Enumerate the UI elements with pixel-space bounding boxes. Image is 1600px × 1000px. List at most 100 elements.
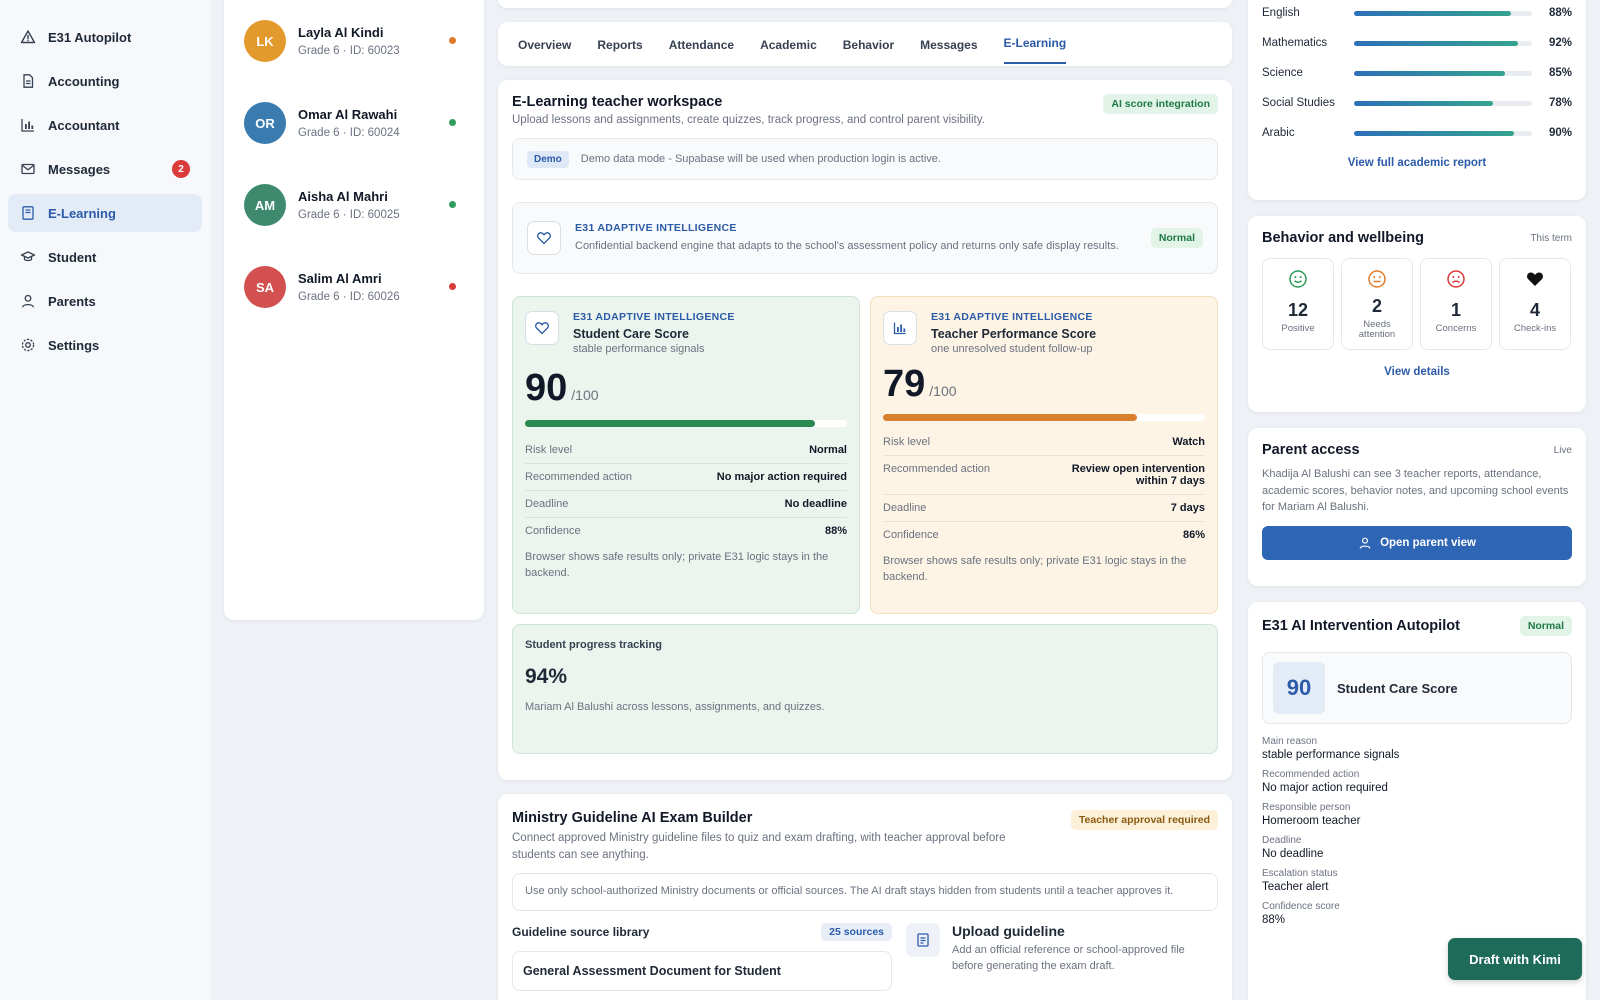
draft-with-kimi-button[interactable]: Draft with Kimi	[1448, 938, 1582, 980]
graduation-cap-icon	[20, 249, 36, 265]
subject-percent: 78%	[1548, 97, 1572, 109]
library-item[interactable]: General Assessment Document for Student	[512, 951, 892, 992]
care-row-key: Risk level	[525, 444, 573, 456]
student-care-score-card: E31 ADAPTIVE INTELLIGENCE Student Care S…	[512, 296, 860, 614]
autopilot-field-value: No major action required	[1262, 782, 1388, 794]
view-details-link[interactable]: View details	[1262, 366, 1572, 378]
care-row-value: Normal	[809, 444, 847, 456]
status-dot	[449, 37, 456, 44]
draft-with-kimi-label: Draft with Kimi	[1469, 951, 1561, 967]
student-list-item[interactable]: SA Salim Al Amri Grade 6 · ID: 60026	[224, 246, 484, 328]
subject-score-bar	[1354, 100, 1532, 106]
tab-reports[interactable]: Reports	[597, 38, 642, 64]
parent-access-text: Khadija Al Balushi can see 3 teacher rep…	[1262, 468, 1569, 513]
autopilot-field-key: Confidence score	[1262, 901, 1340, 912]
student-list-item[interactable]: LK Layla Al Kindi Grade 6 · ID: 60023	[224, 0, 484, 82]
autopilot-field-key: Deadline	[1262, 835, 1302, 846]
autopilot-score: 90	[1273, 662, 1325, 714]
library-title: Guideline source library	[512, 925, 650, 940]
care-note: Browser shows safe results only; private…	[525, 551, 829, 579]
bar-chart-icon	[883, 311, 917, 345]
student-list-item[interactable]: AM Aisha Al Mahri Grade 6 · ID: 60025	[224, 164, 484, 246]
header-card	[498, 0, 1232, 8]
care-title: Student Care Score	[573, 327, 690, 341]
sidebar-item-settings[interactable]: Settings	[8, 326, 202, 364]
sidebar: E31 Autopilot Accounting Accountant Mess…	[0, 0, 210, 1000]
workspace-card: E-Learning teacher workspace Upload less…	[498, 80, 1232, 780]
avatar: LK	[244, 20, 286, 62]
student-name: Salim Al Amri	[298, 271, 382, 286]
sidebar-item-label: E-Learning	[48, 205, 116, 221]
teacher-row-value: Watch	[1172, 436, 1205, 448]
sidebar-item-label: E31 Autopilot	[48, 29, 132, 45]
care-row-key: Confidence	[525, 525, 581, 537]
sidebar-item-e-learning[interactable]: E-Learning	[8, 194, 202, 232]
tab-attendance[interactable]: Attendance	[669, 38, 734, 64]
subject-score-row: Social Studies 78%	[1262, 88, 1572, 118]
sidebar-item-label: Student	[48, 249, 97, 265]
engine-eyebrow: E31 ADAPTIVE INTELLIGENCE	[575, 221, 737, 234]
tab-messages[interactable]: Messages	[920, 38, 977, 64]
care-row-key: Deadline	[525, 498, 569, 510]
sidebar-item-label: Parents	[48, 293, 96, 309]
sidebar-item-label: Accountant	[48, 117, 120, 133]
subject-percent: 88%	[1548, 7, 1572, 19]
sources-badge: 25 sources	[821, 923, 892, 942]
book-icon	[20, 205, 36, 221]
care-row-key: Recommended action	[525, 471, 633, 483]
parent-access-title: Parent access	[1262, 442, 1360, 458]
status-dot	[449, 119, 456, 126]
autopilot-field-key: Main reason	[1262, 736, 1318, 747]
subject-name: Arabic	[1262, 127, 1295, 139]
sidebar-item-accounting[interactable]: Accounting	[8, 62, 202, 100]
behavior-card: Behavior and wellbeing This term 12 Posi…	[1248, 216, 1586, 412]
care-progress-bar	[525, 420, 847, 427]
upload-doc-icon[interactable]	[906, 923, 940, 958]
sidebar-item-student[interactable]: Student	[8, 238, 202, 276]
subject-percent: 90%	[1548, 127, 1572, 139]
stat-label: Concerns	[1435, 323, 1477, 334]
care-score: 90	[525, 367, 568, 409]
behavior-stat-positive[interactable]: 12 Positive	[1262, 258, 1334, 350]
care-row-value: No deadline	[784, 498, 847, 510]
view-academic-report-link[interactable]: View full academic report	[1262, 157, 1572, 169]
exam-notice-text: Use only school-authorized Ministry docu…	[525, 885, 1174, 898]
teacher-row-value: 86%	[1182, 529, 1205, 541]
avatar: SA	[244, 266, 286, 308]
engine-text: Confidential backend engine that adapts …	[575, 239, 1119, 252]
sidebar-item-accountant[interactable]: Accountant	[8, 106, 202, 144]
teacher-row-key: Risk level	[883, 436, 931, 448]
subject-score-row: Arabic 90%	[1262, 118, 1572, 148]
open-parent-view-button[interactable]: Open parent view	[1262, 525, 1572, 560]
subject-name: Mathematics	[1262, 37, 1328, 49]
subject-score-row: English 88%	[1262, 0, 1572, 28]
teacher-note: Browser shows safe results only; private…	[883, 555, 1187, 583]
progress-value: 94%	[525, 665, 568, 688]
care-eyebrow: E31 ADAPTIVE INTELLIGENCE	[573, 311, 735, 323]
heart-icon	[525, 311, 559, 345]
sidebar-item-label: Settings	[48, 337, 100, 353]
autopilot-field-value: 88%	[1262, 914, 1286, 926]
student-name: Layla Al Kindi	[298, 25, 384, 40]
tab-behavior[interactable]: Behavior	[843, 38, 894, 64]
tab-e-learning[interactable]: E-Learning	[1003, 36, 1067, 64]
autopilot-score-label: Student Care Score	[1337, 680, 1458, 696]
behavior-stat-concerns[interactable]: 1 Concerns	[1420, 258, 1492, 350]
subject-score-bar	[1354, 70, 1532, 76]
autopilot-title: E31 AI Intervention Autopilot	[1262, 618, 1460, 634]
behavior-stat-needs-attention[interactable]: 2 Needs attention	[1341, 258, 1413, 350]
teacher-score: 79	[883, 363, 926, 405]
sidebar-item-parents[interactable]: Parents	[8, 282, 202, 320]
adaptive-engine-panel: E31 ADAPTIVE INTELLIGENCE Confidential b…	[512, 202, 1218, 274]
demo-notice: Demo Demo data mode - Supabase will be u…	[512, 138, 1218, 180]
tab-academic[interactable]: Academic	[760, 38, 817, 64]
autopilot-field-value: No deadline	[1262, 848, 1324, 860]
tab-overview[interactable]: Overview	[518, 38, 571, 64]
sidebar-item-messages[interactable]: Messages 2	[8, 150, 202, 188]
student-grade-id: Grade 6 · ID: 60023	[298, 45, 400, 57]
sidebar-item-e31-autopilot[interactable]: E31 Autopilot	[8, 18, 202, 56]
neutral-face-icon	[1367, 269, 1387, 294]
student-list-item[interactable]: OR Omar Al Rawahi Grade 6 · ID: 60024	[224, 82, 484, 164]
behavior-stat-check-ins[interactable]: 4 Check-ins	[1499, 258, 1571, 350]
student-name: Aisha Al Mahri	[298, 189, 388, 204]
